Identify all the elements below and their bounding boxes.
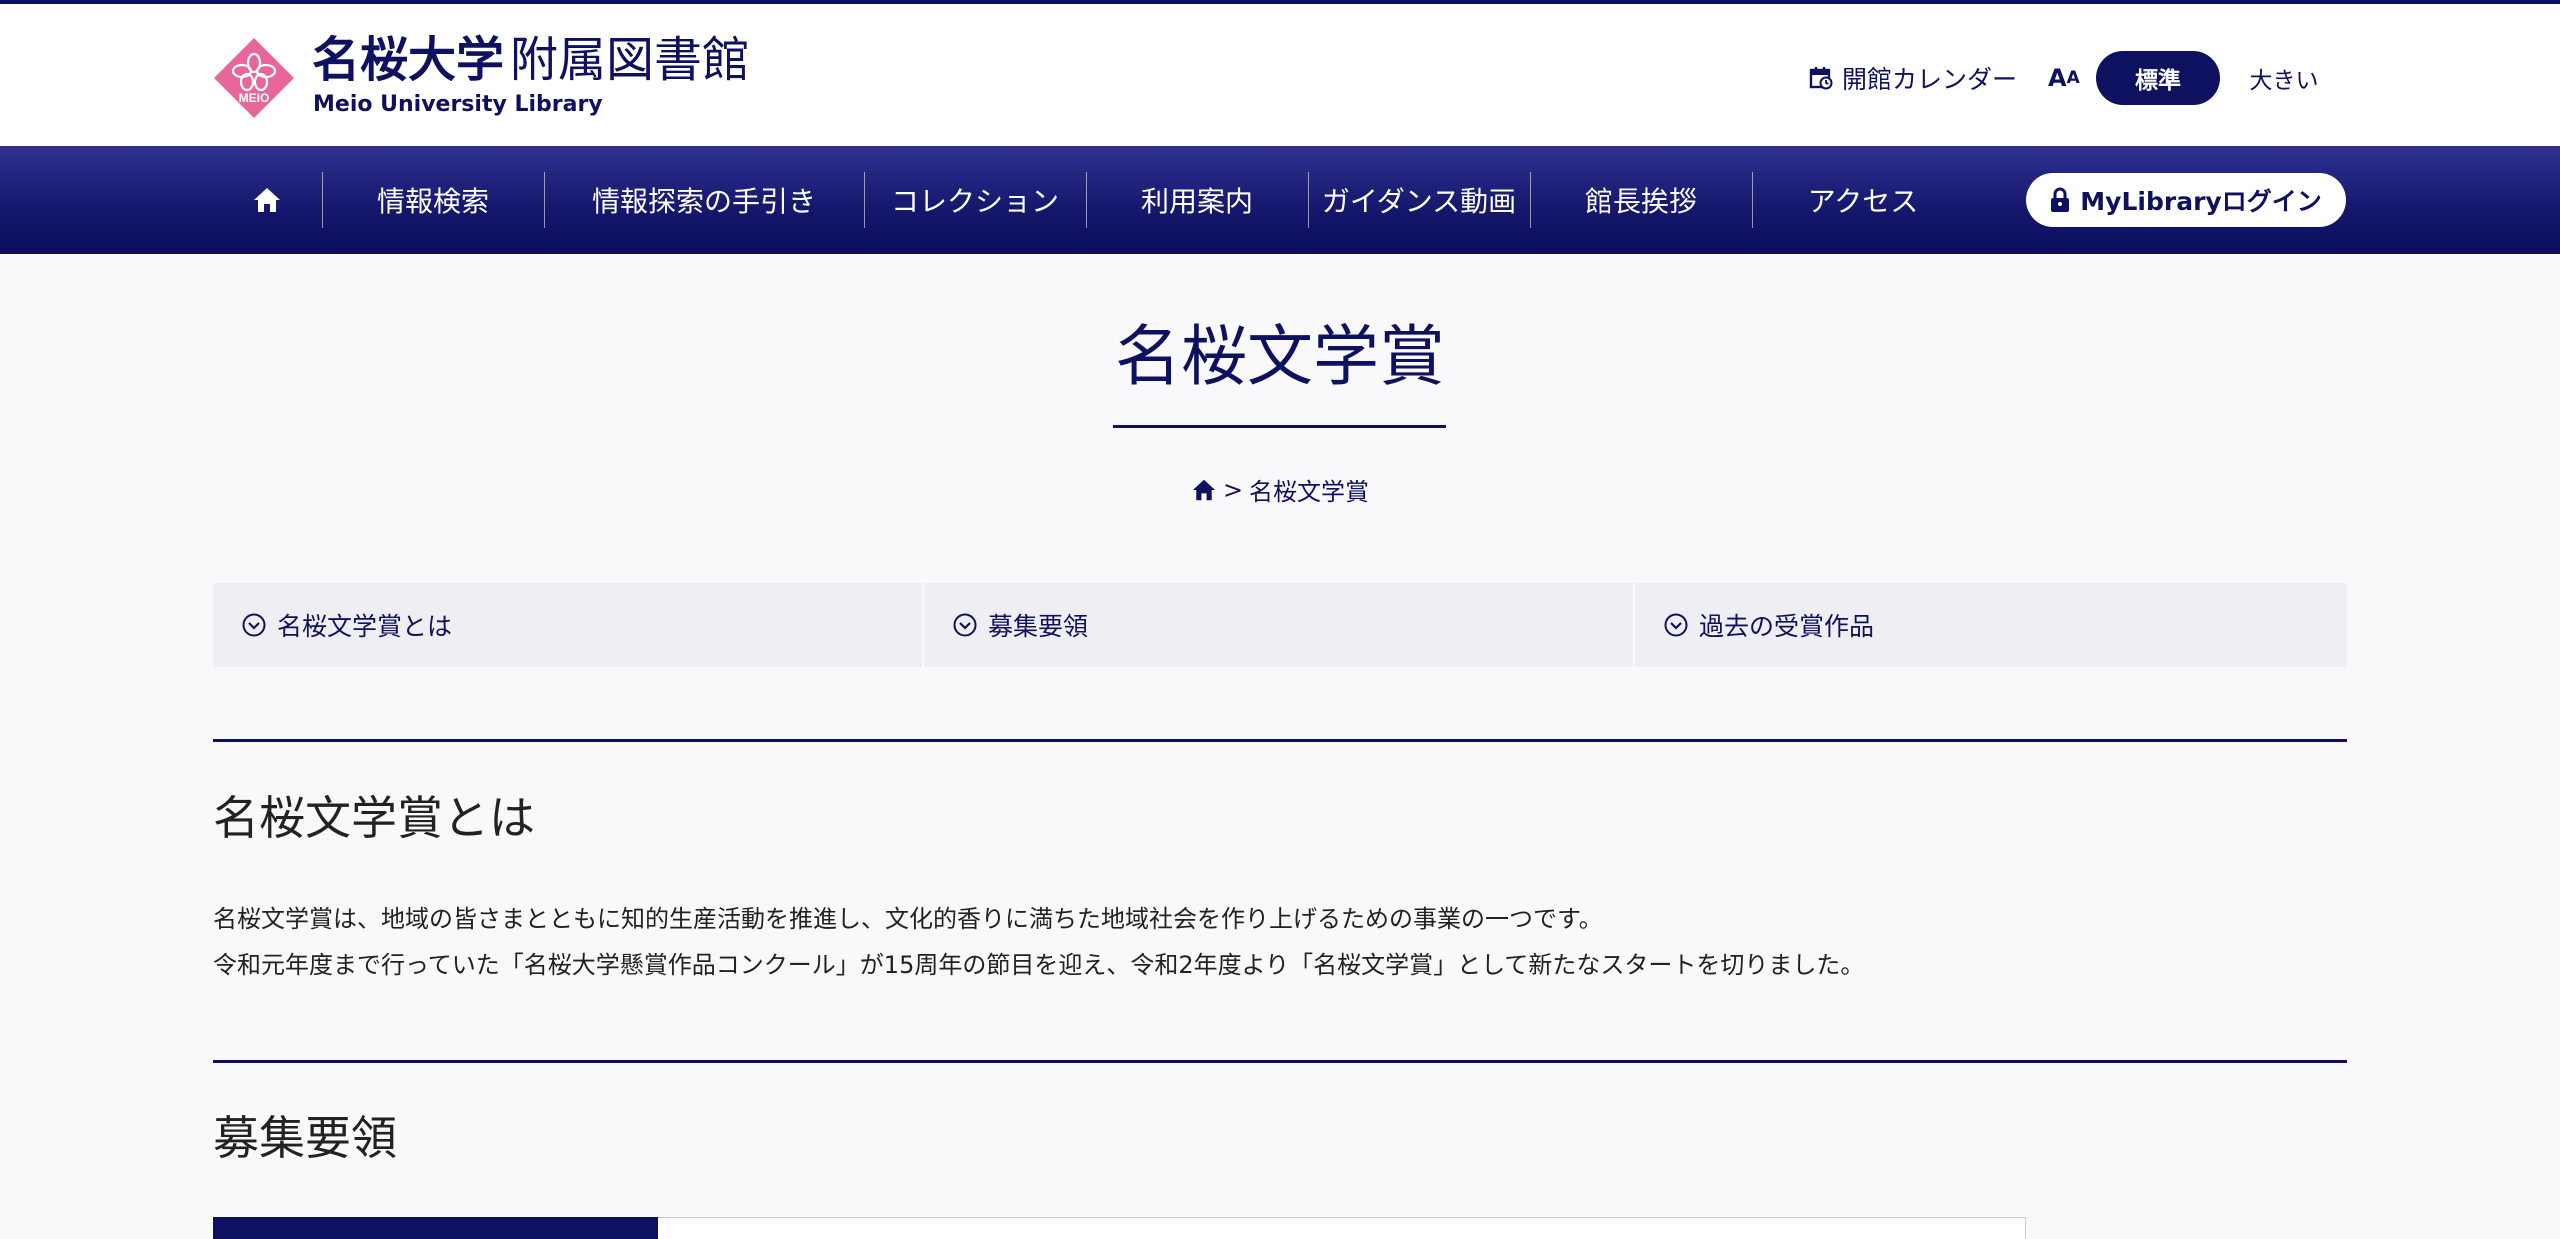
global-nav: 情報検索 情報探索の手引き コレクション 利用案内 ガイダンス動画 館長挨拶 ア… bbox=[0, 146, 2560, 254]
guidelines-tab-active[interactable] bbox=[213, 1217, 658, 1239]
anchor-link-guidelines[interactable]: 募集要領 bbox=[924, 583, 1633, 667]
chevron-down-circle-icon bbox=[1664, 613, 1688, 637]
university-logo-icon[interactable]: MEIO bbox=[212, 36, 296, 120]
site-title[interactable]: 名桜大学 附属図書館 bbox=[312, 32, 750, 88]
title-underline bbox=[1113, 425, 1446, 428]
nav-item-greeting[interactable]: 館長挨拶 bbox=[1530, 146, 1752, 254]
font-size-standard-button[interactable]: 標準 bbox=[2096, 51, 2220, 105]
section-divider bbox=[213, 739, 2347, 742]
anchor-link-past-winners[interactable]: 過去の受賞作品 bbox=[1635, 583, 2347, 667]
section-heading-about: 名桜文学賞とは bbox=[213, 791, 535, 845]
home-icon bbox=[254, 188, 280, 212]
svg-text:MEIO: MEIO bbox=[239, 91, 270, 105]
nav-item-guide[interactable]: 情報探索の手引き bbox=[544, 146, 864, 254]
nav-item-usage[interactable]: 利用案内 bbox=[1086, 146, 1308, 254]
page-title: 名桜文学賞 bbox=[1115, 318, 1445, 395]
nav-item-access[interactable]: アクセス bbox=[1752, 146, 1974, 254]
anchor-link-label: 名桜文学賞とは bbox=[277, 612, 453, 641]
calendar-icon bbox=[1809, 67, 1833, 90]
breadcrumb-home-icon[interactable] bbox=[1191, 478, 1217, 502]
lock-icon bbox=[2051, 187, 2070, 212]
breadcrumb-current: 名桜文学賞 bbox=[1249, 478, 1370, 506]
anchor-link-label: 募集要領 bbox=[988, 612, 1089, 641]
login-label: MyLibraryログイン bbox=[2080, 187, 2322, 216]
site-title-library: 附属図書館 bbox=[510, 32, 751, 88]
anchor-link-label: 過去の受賞作品 bbox=[1699, 612, 1875, 641]
nav-item-search[interactable]: 情報検索 bbox=[322, 146, 544, 254]
chevron-down-circle-icon bbox=[242, 613, 266, 637]
site-title-university: 名桜大学 bbox=[312, 32, 505, 88]
breadcrumb: > 名桜文学賞 bbox=[0, 472, 2560, 507]
nav-item-videos[interactable]: ガイダンス動画 bbox=[1308, 146, 1530, 254]
site-header: MEIO 名桜大学 附属図書館 Meio University Library 開… bbox=[0, 4, 2560, 146]
site-subtitle: Meio University Library bbox=[313, 92, 603, 117]
calendar-label: 開館カレンダー bbox=[1842, 65, 2018, 94]
mylibrary-login-button[interactable]: MyLibraryログイン bbox=[2026, 173, 2346, 227]
breadcrumb-separator: > bbox=[1222, 475, 1244, 504]
chevron-down-circle-icon bbox=[953, 613, 977, 637]
font-size-large-button[interactable]: 大きい bbox=[2236, 51, 2332, 105]
section-heading-guidelines: 募集要領 bbox=[213, 1111, 397, 1165]
calendar-link[interactable]: 開館カレンダー bbox=[1808, 51, 2017, 105]
section-divider bbox=[213, 1060, 2347, 1063]
about-paragraph-line-2: 令和元年度まで行っていた「名桜大学懸賞作品コンクール」が15周年の節目を迎え、令… bbox=[213, 951, 1865, 979]
font-size-icon: AA bbox=[2048, 64, 2080, 92]
nav-home[interactable] bbox=[212, 146, 322, 254]
anchor-link-about[interactable]: 名桜文学賞とは bbox=[213, 583, 922, 667]
about-paragraph-line-1: 名桜文学賞は、地域の皆さまとともに知的生産活動を推進し、文化的香りに満ちた地域社… bbox=[213, 905, 1603, 933]
nav-item-collection[interactable]: コレクション bbox=[864, 146, 1086, 254]
